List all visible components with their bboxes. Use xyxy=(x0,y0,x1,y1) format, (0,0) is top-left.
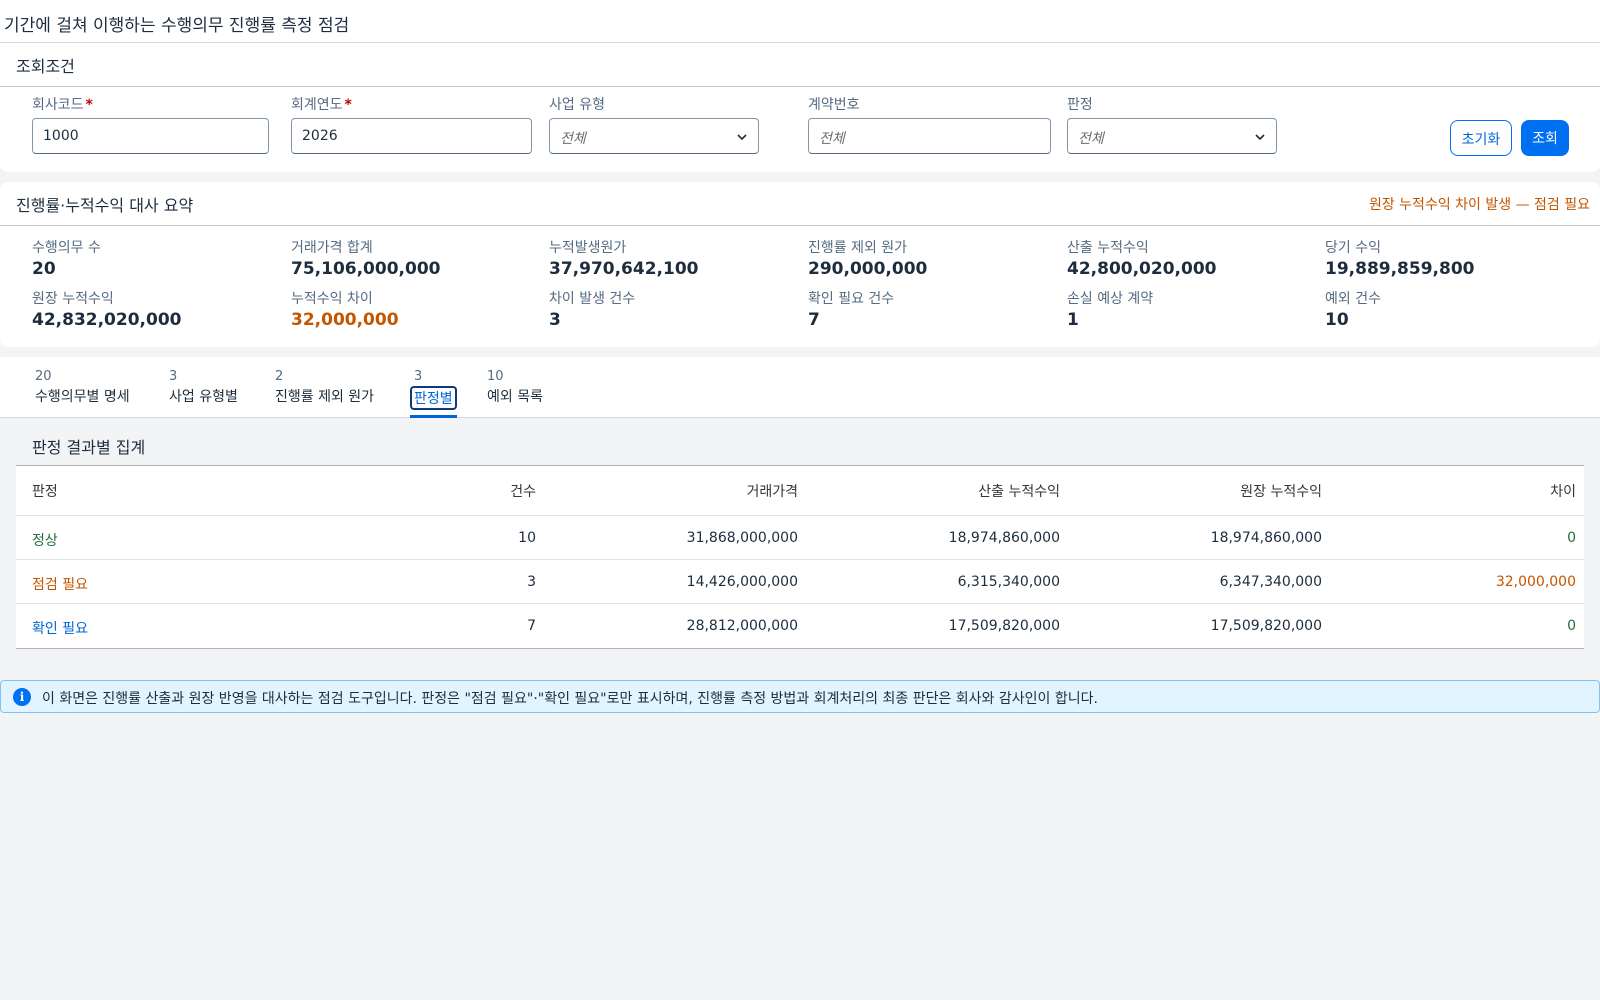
company-code-label: 회사코드 xyxy=(32,97,84,113)
kpi-accumulated-cost: 누적발생원가 37,970,642,100 xyxy=(549,240,699,279)
kpi-loss-contracts: 손실 예상 계약 1 xyxy=(1067,291,1154,330)
company-code-input[interactable]: 1000 xyxy=(32,118,269,154)
kpi-current-revenue: 당기 수익 19,889,859,800 xyxy=(1325,240,1475,279)
tab-business-type[interactable]: 3 사업 유형별 xyxy=(169,369,238,406)
tab-label: 수행의무별 명세 xyxy=(35,389,130,405)
required-marker: * xyxy=(344,97,352,113)
business-type-field: 사업 유형 전체 xyxy=(549,94,759,154)
business-type-label: 사업 유형 xyxy=(549,97,605,113)
price-cell: 28,812,000,000 xyxy=(686,618,798,634)
kpi-exception-count: 예외 건수 10 xyxy=(1325,291,1381,330)
table-row[interactable]: 확인 필요 7 28,812,000,000 17,509,820,000 17… xyxy=(16,604,1584,648)
judgment-summary-table: 판정 건수 거래가격 산출 누적수익 원장 누적수익 차이 정상 10 31,8… xyxy=(16,465,1584,649)
table-row[interactable]: 점검 필요 3 14,426,000,000 6,315,340,000 6,3… xyxy=(16,560,1584,604)
kpi-calculated-revenue: 산출 누적수익 42,800,020,000 xyxy=(1067,240,1217,279)
price-cell: 14,426,000,000 xyxy=(686,574,798,590)
ledger-revenue-cell: 18,974,860,000 xyxy=(1210,530,1322,546)
summary-title: 진행률·누적수익 대사 요약 xyxy=(16,196,194,215)
filter-panel: 조회조건 회사코드 * 1000 회계연도 * 2026 사업 유형 전체 계약번호… xyxy=(0,43,1600,172)
business-type-select[interactable]: 전체 xyxy=(549,118,759,154)
calculated-revenue-cell: 17,509,820,000 xyxy=(948,618,1060,634)
chevron-down-icon xyxy=(737,134,747,141)
contract-no-input[interactable]: 전체 xyxy=(808,118,1051,154)
difference-cell: 0 xyxy=(1567,618,1576,634)
section-title: 판정 결과별 집계 xyxy=(32,438,146,457)
fiscal-year-label: 회계연도 xyxy=(291,97,343,113)
tab-label: 예외 목록 xyxy=(487,389,543,405)
tab-label: 판정별 xyxy=(410,386,457,410)
difference-cell: 0 xyxy=(1567,530,1576,546)
column-header[interactable]: 원장 누적수익 xyxy=(1240,481,1322,501)
judgment-cell: 확인 필요 xyxy=(32,621,88,637)
tab-excluded-cost[interactable]: 2 진행률 제외 원가 xyxy=(275,369,374,406)
kpi-ledger-revenue: 원장 누적수익 42,832,020,000 xyxy=(32,291,182,330)
table-row[interactable]: 정상 10 31,868,000,000 18,974,860,000 18,9… xyxy=(16,516,1584,560)
tab-label: 진행률 제외 원가 xyxy=(275,389,375,405)
kpi-review-count: 확인 필요 건수 7 xyxy=(808,291,895,330)
price-cell: 31,868,000,000 xyxy=(686,530,798,546)
required-marker: * xyxy=(85,97,93,113)
kpi-obligation-count: 수행의무 수 20 xyxy=(32,240,101,279)
tab-count: 3 xyxy=(414,369,423,384)
ledger-revenue-cell: 17,509,820,000 xyxy=(1210,618,1322,634)
judgment-select[interactable]: 전체 xyxy=(1067,118,1277,154)
reset-button[interactable]: 초기화 xyxy=(1450,120,1512,156)
info-icon: i xyxy=(13,688,31,706)
kpi-revenue-difference: 누적수익 차이 32,000,000 xyxy=(291,291,399,330)
table-header-row: 판정 건수 거래가격 산출 누적수익 원장 누적수익 차이 xyxy=(16,466,1584,516)
kpi-excluded-cost: 진행률 제외 원가 290,000,000 xyxy=(808,240,928,279)
column-header[interactable]: 건수 xyxy=(510,481,536,501)
count-cell: 3 xyxy=(527,574,536,590)
page-title: 기간에 걸쳐 이행하는 수행의무 진행률 측정 점검 xyxy=(0,0,1600,43)
company-code-field: 회사코드 * 1000 xyxy=(32,94,269,154)
column-header[interactable]: 차이 xyxy=(1550,481,1576,501)
column-header[interactable]: 산출 누적수익 xyxy=(978,481,1060,501)
tab-count: 10 xyxy=(487,369,504,384)
tab-exception-list[interactable]: 10 예외 목록 xyxy=(487,369,543,406)
tab-label: 사업 유형별 xyxy=(169,389,238,405)
judgment-cell: 정상 xyxy=(32,533,58,549)
chevron-down-icon xyxy=(1255,134,1265,141)
tab-count: 2 xyxy=(275,369,284,384)
tab-obligation-details[interactable]: 20 수행의무별 명세 xyxy=(35,369,130,406)
count-cell: 10 xyxy=(518,530,536,546)
calculated-revenue-cell: 6,315,340,000 xyxy=(957,574,1060,590)
column-header[interactable]: 판정 xyxy=(32,481,58,501)
contract-no-label: 계약번호 xyxy=(808,97,860,113)
difference-cell: 32,000,000 xyxy=(1495,574,1576,590)
kpi-transaction-price: 거래가격 합계 75,106,000,000 xyxy=(291,240,441,279)
calculated-revenue-cell: 18,974,860,000 xyxy=(948,530,1060,546)
tab-count: 3 xyxy=(169,369,178,384)
business-type-value: 전체 xyxy=(560,131,586,147)
info-message-strip: i 이 화면은 진행률 산출과 원장 반영을 대사하는 점검 도구입니다. 판정… xyxy=(0,680,1600,713)
contract-no-field: 계약번호 전체 xyxy=(808,94,1051,154)
active-tab-indicator xyxy=(410,415,457,418)
judgment-value: 전체 xyxy=(1078,131,1104,147)
kpi-difference-count: 차이 발생 건수 3 xyxy=(549,291,636,330)
tab-bar: 20 수행의무별 명세 3 사업 유형별 2 진행률 제외 원가 3 판정별 1… xyxy=(0,357,1600,418)
judgment-cell: 점검 필요 xyxy=(32,577,88,593)
search-button[interactable]: 조회 xyxy=(1521,120,1569,156)
judgment-label: 판정 xyxy=(1067,97,1093,113)
summary-alert-text: 원장 누적수익 차이 발생 — 점검 필요 xyxy=(1368,197,1590,213)
count-cell: 7 xyxy=(527,618,536,634)
filter-panel-title: 조회조건 xyxy=(0,43,1600,87)
info-message-text: 이 화면은 진행률 산출과 원장 반영을 대사하는 점검 도구입니다. 판정은 … xyxy=(42,691,1098,707)
fiscal-year-field: 회계연도 * 2026 xyxy=(291,94,532,154)
fiscal-year-input[interactable]: 2026 xyxy=(291,118,532,154)
tab-by-judgment[interactable]: 3 판정별 xyxy=(410,369,457,418)
column-header[interactable]: 거래가격 xyxy=(746,481,798,501)
summary-panel: 진행률·누적수익 대사 요약 원장 누적수익 차이 발생 — 점검 필요 수행의… xyxy=(0,182,1600,347)
ledger-revenue-cell: 6,347,340,000 xyxy=(1219,574,1322,590)
tab-count: 20 xyxy=(35,369,52,384)
judgment-field: 판정 전체 xyxy=(1067,94,1277,154)
